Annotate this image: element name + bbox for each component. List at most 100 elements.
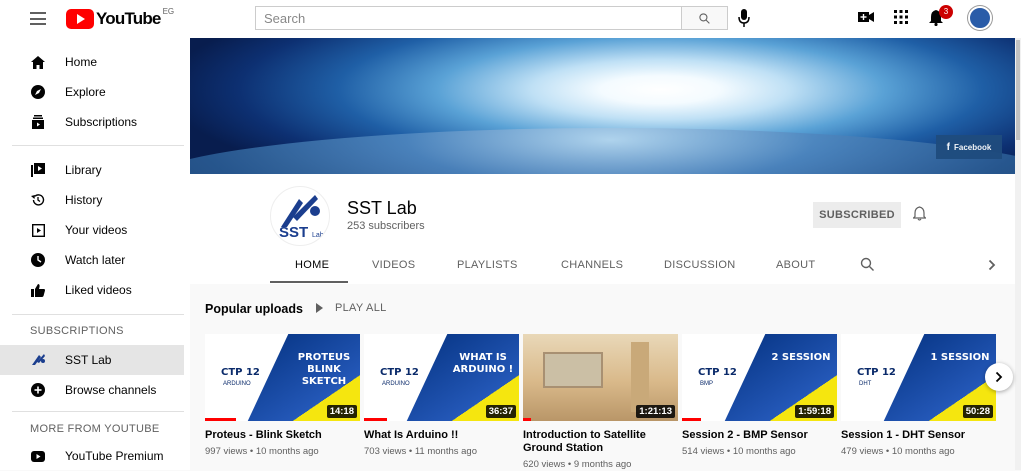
search-input[interactable]: Search (255, 6, 682, 30)
video-card[interactable]: CTP 12 ARDUINO PROTEUS BLINK SKETCH 14:18 Pr… (205, 334, 360, 457)
sidebar-item-library[interactable]: Library (0, 155, 184, 185)
sidebar-item-label: Liked videos (65, 283, 132, 297)
home-icon (30, 54, 46, 70)
thumbnail-ctp-label: CTP 12 (857, 367, 896, 378)
thumbnail-sub-label: ARDUINO (223, 381, 251, 387)
tab-discussion[interactable]: DISCUSSION (664, 259, 735, 271)
video-title[interactable]: Session 2 - BMP Sensor (682, 429, 837, 442)
channel-banner (190, 38, 1015, 174)
video-thumbnail[interactable]: CTP 12 DHT 1 SESSION 50:28 (841, 334, 996, 421)
search-icon (699, 12, 710, 24)
video-metadata: 479 views • 10 months ago (841, 446, 955, 457)
video-thumbnail[interactable]: CTP 12 ARDUINO PROTEUS BLINK SKETCH 14:18 (205, 334, 360, 421)
youtube-premium-icon (30, 448, 46, 464)
tab-about[interactable]: ABOUT (776, 259, 815, 271)
youtube-play-icon (66, 9, 94, 29)
channel-avatar[interactable]: SST Lab (270, 186, 330, 246)
sidebar-item-history[interactable]: History (0, 185, 184, 215)
video-card[interactable]: CTP 12 DHT 1 SESSION 50:28 Session 1 - DHT S… (841, 334, 996, 457)
sidebar-item-label: Home (65, 55, 98, 69)
sidebar-item-subscriptions[interactable]: Subscriptions (0, 107, 184, 137)
thumbnail-headline: PROTEUS BLINK SKETCH (297, 352, 351, 387)
sidebar-item-label: SST Lab (65, 353, 112, 367)
thumbnail-headline: 2 SESSION (771, 352, 831, 363)
your-videos-icon (30, 222, 46, 238)
sidebar-item-watch-later[interactable]: Watch later (0, 245, 184, 275)
account-avatar[interactable] (968, 6, 992, 30)
video-title[interactable]: Introduction to Satellite Ground Station (523, 429, 678, 455)
country-code: EG (162, 7, 175, 16)
scrollbar-thumb[interactable] (1016, 40, 1020, 140)
play-all-button[interactable]: PLAY ALL (316, 302, 387, 314)
video-metadata: 514 views • 10 months ago (682, 446, 796, 457)
notification-count-badge: 3 (939, 5, 953, 19)
facebook-icon: f (946, 141, 950, 153)
watch-progress-bar (523, 418, 531, 421)
facebook-link[interactable]: f Facebook (936, 135, 1002, 159)
subscriptions-header: SUBSCRIPTIONS (30, 325, 124, 337)
watch-later-icon (30, 252, 46, 268)
channel-name: SST Lab (347, 198, 417, 218)
tab-videos[interactable]: VIDEOS (372, 259, 415, 271)
thumbnail-ctp-label: CTP 12 (698, 367, 737, 378)
active-tab-indicator (270, 281, 348, 283)
watch-progress-bar (205, 418, 236, 421)
sidebar-item-label: Library (65, 163, 102, 177)
sidebar: Home Explore Subscriptions Library Histo… (0, 38, 190, 470)
tab-home[interactable]: HOME (295, 259, 329, 271)
create-video-icon[interactable] (858, 10, 874, 29)
sidebar-item-label: Watch later (65, 253, 126, 267)
more-from-youtube-header: MORE FROM YOUTUBE (30, 423, 160, 435)
facebook-link-label: Facebook (954, 142, 992, 152)
video-title[interactable]: What Is Arduino !! (364, 429, 519, 442)
sidebar-item-your-videos[interactable]: Your videos (0, 215, 184, 245)
youtube-logo[interactable]: YouTube EG (66, 7, 175, 29)
sidebar-item-liked-videos[interactable]: Liked videos (0, 275, 184, 305)
notification-bell-icon[interactable] (912, 206, 927, 226)
video-card[interactable]: CTP 12 ARDUINO WHAT IS ARDUINO ! 36:37 What … (364, 334, 519, 457)
video-title[interactable]: Proteus - Blink Sketch (205, 429, 360, 442)
sidebar-item-home[interactable]: Home (0, 47, 184, 77)
sidebar-divider (12, 314, 184, 315)
chevron-right-icon (995, 371, 1003, 383)
sidebar-item-youtube-premium[interactable]: YouTube Premium (0, 441, 184, 471)
play-all-label: PLAY ALL (335, 302, 387, 314)
video-thumbnail[interactable]: CTP 12 ARDUINO WHAT IS ARDUINO ! 36:37 (364, 334, 519, 421)
menu-icon[interactable] (30, 12, 46, 25)
sidebar-item-browse-channels[interactable]: Browse channels (0, 375, 184, 405)
thumbnail-headline: 1 SESSION (930, 352, 990, 363)
watch-progress-bar (682, 418, 701, 421)
thumbnail-ctp-label: CTP 12 (380, 367, 419, 378)
library-icon (30, 162, 46, 178)
thumbnail-headline: WHAT IS ARDUINO ! (452, 352, 514, 375)
video-duration-badge: 36:37 (485, 405, 516, 418)
video-title[interactable]: Session 1 - DHT Sensor (841, 429, 996, 442)
tab-playlists[interactable]: PLAYLISTS (457, 259, 518, 271)
sidebar-item-label: YouTube Premium (65, 449, 164, 463)
banner-earth-image (190, 128, 1015, 174)
thumbnail-tower-image (631, 342, 649, 412)
sidebar-item-label: Explore (65, 85, 106, 99)
video-metadata: 997 views • 10 months ago (205, 446, 319, 457)
video-card[interactable]: CTP 12 BMP 2 SESSION 1:59:18 Session 2 - BMP… (682, 334, 837, 457)
tabs-next-chevron-icon[interactable] (988, 258, 996, 276)
sidebar-item-explore[interactable]: Explore (0, 77, 184, 107)
subscriber-count: 253 subscribers (347, 220, 425, 232)
video-thumbnail[interactable]: CTP 12 BMP 2 SESSION 1:59:18 (682, 334, 837, 421)
thumbnail-sub-label: DHT (859, 381, 872, 387)
video-card[interactable]: 1:21:13 Introduction to Satellite Ground … (523, 334, 678, 470)
sidebar-item-label: Your videos (65, 223, 128, 237)
apps-grid-icon[interactable] (894, 10, 908, 29)
sidebar-divider (12, 411, 184, 412)
video-thumbnail[interactable]: 1:21:13 (523, 334, 678, 421)
subscribed-button[interactable]: SUBSCRIBED (813, 202, 901, 228)
shelf-next-button[interactable] (985, 363, 1013, 391)
search-button[interactable] (682, 6, 728, 30)
sidebar-item-sst-lab[interactable]: SST Lab (0, 345, 184, 375)
channel-avatar-icon (30, 352, 46, 368)
video-duration-badge: 50:28 (962, 405, 993, 418)
subscriptions-icon (30, 114, 46, 130)
microphone-icon[interactable] (738, 9, 750, 32)
tab-channels[interactable]: CHANNELS (561, 259, 623, 271)
channel-search-icon[interactable] (860, 257, 874, 276)
